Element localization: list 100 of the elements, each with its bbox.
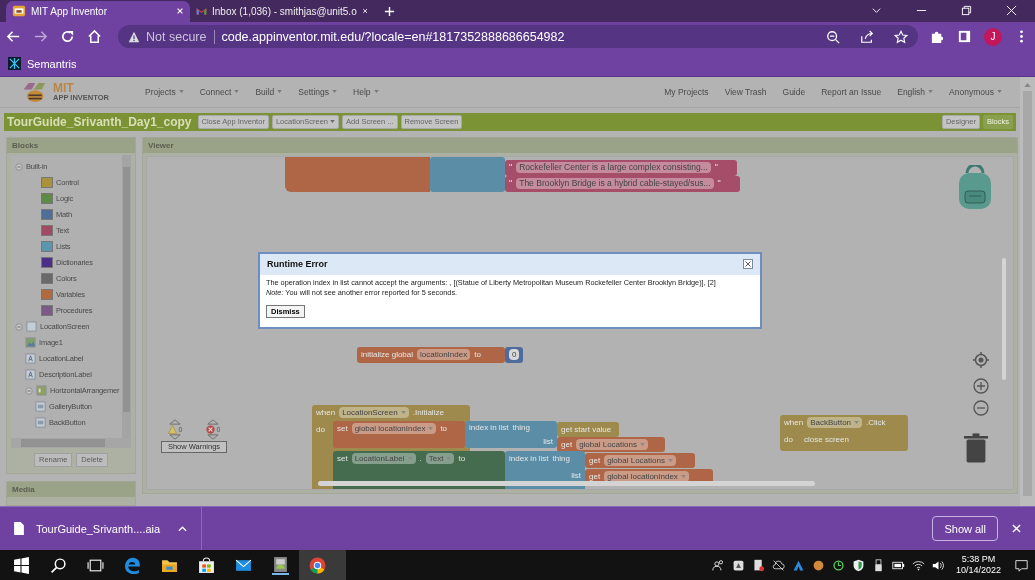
block-label: get xyxy=(589,471,601,481)
collapse-toggle-icon[interactable] xyxy=(15,162,23,171)
get-block[interactable]: get global Locations xyxy=(585,452,695,468)
block-label: " xyxy=(714,162,718,173)
store-icon[interactable] xyxy=(198,556,215,574)
browser-tab[interactable]: MIT App Inventor xyxy=(6,0,190,22)
drive-icon[interactable] xyxy=(731,558,745,572)
sync-icon[interactable] xyxy=(831,558,845,572)
warning-icon xyxy=(128,30,140,43)
horizontal-scrollbar[interactable] xyxy=(318,480,815,486)
download-filename: TourGuide_Srivanth....aia xyxy=(36,522,161,535)
ball-icon[interactable] xyxy=(811,558,825,572)
collapse-toggle-icon[interactable] xyxy=(25,386,33,395)
menu-item[interactable]: Settings xyxy=(298,86,337,97)
home-icon[interactable] xyxy=(87,29,102,45)
windows-icon[interactable] xyxy=(13,556,30,574)
android-icon[interactable] xyxy=(272,555,289,575)
menu-item[interactable]: Connect xyxy=(199,86,240,97)
block-label: do xyxy=(784,434,793,444)
block-label: index in list xyxy=(469,422,509,432)
block-field[interactable]: locationIndex xyxy=(417,348,471,360)
menu-item[interactable]: Guide xyxy=(782,86,806,97)
wifi-icon[interactable] xyxy=(911,558,925,572)
collapse-toggle-icon[interactable] xyxy=(15,322,23,331)
recenter-icon[interactable] xyxy=(973,351,989,368)
share-icon[interactable] xyxy=(860,29,874,44)
clock-time: 5:38 PM xyxy=(961,554,996,565)
block-field[interactable]: 0 xyxy=(509,348,520,360)
search-icon[interactable] xyxy=(50,556,67,574)
menu-item[interactable]: Help xyxy=(353,86,379,97)
caret-icon xyxy=(667,458,673,462)
block-dropdown[interactable]: LocationLabel xyxy=(351,452,416,464)
page-scrollbar[interactable] xyxy=(1020,76,1035,506)
clock[interactable]: 5:38 PM 10/14/2022 xyxy=(955,554,1001,576)
block-dropdown[interactable]: global Locations xyxy=(604,454,676,466)
show-all-button[interactable]: Show all xyxy=(932,516,998,541)
block-label: get xyxy=(561,439,573,449)
menu-item[interactable]: Projects xyxy=(145,86,184,97)
zoom-out-icon[interactable] xyxy=(826,29,840,44)
notification-icon[interactable] xyxy=(1015,558,1028,572)
block-dropdown[interactable]: global locationIndex xyxy=(351,422,437,434)
image-icon xyxy=(25,337,36,349)
variable-block[interactable]: initialize global locationIndex to xyxy=(357,346,505,363)
menu-item[interactable]: Anonymous xyxy=(949,86,1002,97)
bookmark-icon xyxy=(8,57,21,71)
reload-icon[interactable] xyxy=(60,29,75,45)
text-block[interactable]: " Rockefeller Center is a large complex consisting... " xyxy=(505,159,737,176)
close-icon[interactable] xyxy=(361,7,368,16)
label-icon xyxy=(25,353,36,365)
browser-tab[interactable]: Inbox (1,036) - smithjas@unit5.o xyxy=(190,0,374,22)
vertical-scrollbar[interactable] xyxy=(122,154,131,438)
label-icon xyxy=(25,369,36,381)
block-dropdown[interactable]: BackButton xyxy=(807,416,863,428)
shield-icon[interactable] xyxy=(851,558,865,572)
chrome-icon[interactable] xyxy=(309,556,326,574)
cloud-off-icon[interactable] xyxy=(771,558,785,572)
dialog-title: Runtime Error xyxy=(267,259,328,270)
menu-item[interactable]: View Trash xyxy=(724,86,767,97)
close-icon[interactable] xyxy=(743,259,753,270)
caret-icon xyxy=(277,90,283,94)
block-dropdown[interactable]: Text xyxy=(425,452,455,464)
star-icon[interactable] xyxy=(894,29,908,44)
set-block[interactable]: set global locationIndex to xyxy=(333,420,465,448)
block-label: do xyxy=(316,424,325,434)
new-tab-icon[interactable] xyxy=(384,5,395,17)
block-dropdown[interactable]: LocationScreen xyxy=(339,406,409,418)
control-block[interactable]: get start value xyxy=(557,421,619,437)
side-panel-icon[interactable] xyxy=(957,29,972,45)
block-dropdown[interactable]: global locationIndex xyxy=(604,470,689,482)
chevron-up-icon[interactable] xyxy=(178,525,188,532)
block-label: " xyxy=(717,178,721,189)
profile-button[interactable]: J xyxy=(984,27,1002,46)
people-icon[interactable] xyxy=(711,558,725,572)
bookmark-link[interactable]: Semantris xyxy=(8,57,77,71)
caret-icon xyxy=(680,474,686,478)
horizontal-scrollbar[interactable] xyxy=(11,437,131,448)
block-label: get xyxy=(589,455,601,465)
block-dropdown[interactable]: global Locations xyxy=(576,438,648,450)
caret-icon xyxy=(178,90,184,94)
block-label: set xyxy=(337,423,348,433)
menu-item[interactable]: Report an Issue xyxy=(821,86,882,97)
address-bar[interactable]: Not secure code.appinventor.mit.edu/?locale=en#1817352888686654982 xyxy=(118,25,918,49)
restore-icon[interactable] xyxy=(961,4,972,16)
zoom-in-icon[interactable] xyxy=(973,377,989,394)
vertical-scrollbar[interactable] xyxy=(1002,257,1006,380)
menu-item[interactable]: Build xyxy=(255,86,283,97)
panel-title: Media xyxy=(7,481,135,497)
volume-icon[interactable] xyxy=(931,558,945,572)
triangle-logo-icon[interactable] xyxy=(791,558,805,572)
number-block[interactable]: 0 xyxy=(505,346,523,363)
extensions-icon[interactable] xyxy=(930,29,945,45)
get-block[interactable]: get global Locations xyxy=(557,436,665,452)
trash-icon[interactable] xyxy=(964,430,988,465)
block-field[interactable]: The Brooklyn Bridge is a hybrid cable-stayed/sus... xyxy=(516,177,714,189)
edge-icon[interactable] xyxy=(124,556,141,574)
menu-item[interactable]: English xyxy=(897,86,934,97)
block-field[interactable]: Rockefeller Center is a large complex consisting... xyxy=(516,161,711,173)
document-icon[interactable] xyxy=(751,558,765,572)
caret-icon xyxy=(928,90,934,94)
menu-item[interactable]: My Projects xyxy=(664,86,709,97)
